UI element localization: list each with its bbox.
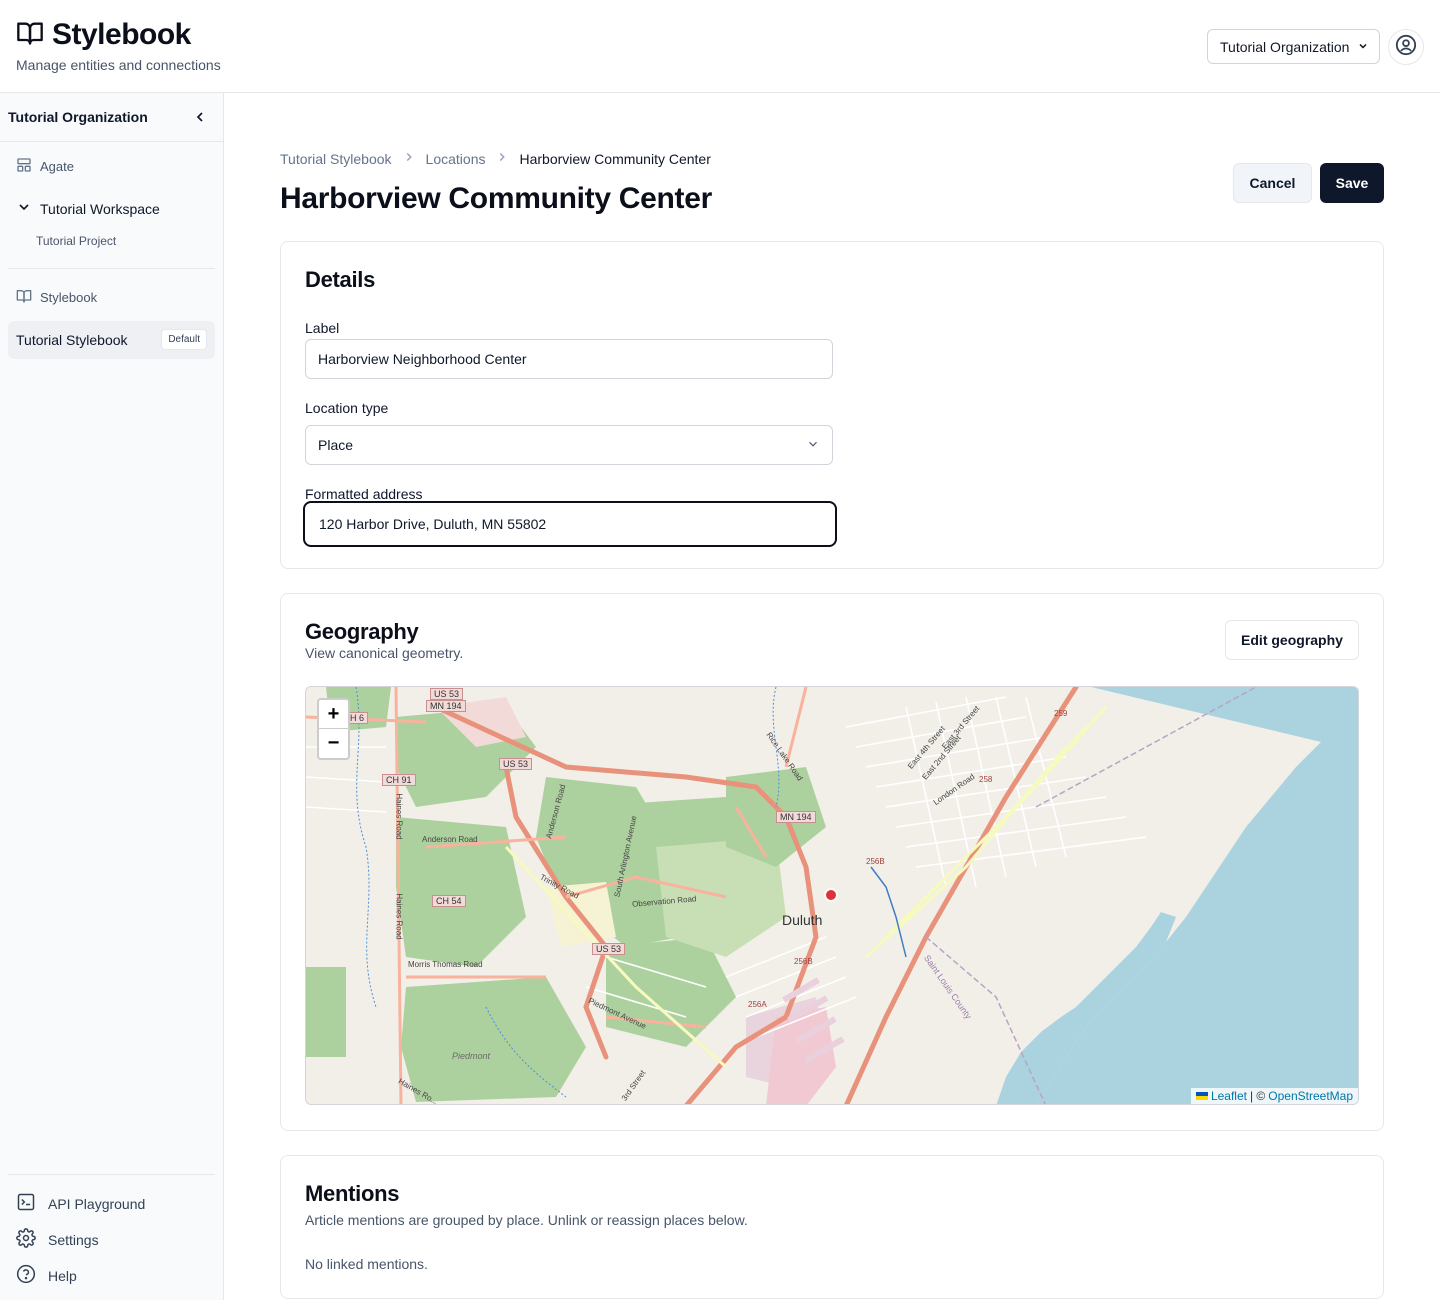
sidebar-footer-label: API Playground: [48, 1195, 146, 1212]
breadcrumb: Tutorial Stylebook Locations Harborview …: [280, 150, 711, 167]
breadcrumb-current: Harborview Community Center: [519, 150, 711, 167]
location-type-select[interactable]: Place: [305, 425, 833, 465]
map-attribution: Leaflet | © OpenStreetMap: [1190, 1088, 1358, 1104]
road-label: Haines Road: [394, 893, 404, 940]
label-input[interactable]: Harborview Neighborhood Center: [305, 339, 833, 379]
sidebar-item-label: Tutorial Stylebook: [16, 332, 128, 348]
organization-select[interactable]: Tutorial Organization: [1207, 29, 1380, 64]
formatted-address-value: 120 Harbor Drive, Duluth, MN 55802: [319, 516, 547, 532]
sidebar-header: Tutorial Organization: [0, 93, 223, 142]
location-type-value: Place: [318, 437, 354, 453]
sidebar-item-label: Tutorial Project: [36, 234, 117, 248]
exit-label: 256A: [748, 1000, 767, 1009]
road-shield-us53: US 53: [499, 758, 533, 770]
organization-select-value: Tutorial Organization: [1220, 38, 1350, 55]
brand-title: Stylebook: [52, 18, 191, 51]
mentions-card: Mentions Article mentions are grouped by…: [280, 1155, 1384, 1299]
label-field-label: Label: [305, 320, 340, 336]
breadcrumb-link-stylebook[interactable]: Tutorial Stylebook: [280, 151, 392, 167]
sidebar-item-api-playground[interactable]: API Playground: [16, 1192, 145, 1215]
help-circle-icon: [16, 1264, 36, 1287]
map-zoom-control: + −: [317, 698, 350, 760]
sidebar-section-stylebook: Stylebook: [16, 288, 97, 307]
breadcrumb-link-locations[interactable]: Locations: [426, 151, 486, 167]
sidebar-divider: [8, 268, 215, 269]
page-title: Harborview Community Center: [280, 182, 712, 215]
sidebar-item-settings[interactable]: Settings: [16, 1228, 99, 1251]
user-circle-icon: [1395, 34, 1417, 61]
road-shield-ch54: CH 54: [432, 895, 466, 907]
sidebar-footer-label: Settings: [48, 1231, 99, 1248]
sidebar-item-label: Agate: [40, 159, 74, 174]
map-city-label: Duluth: [782, 912, 823, 928]
book-open-icon: [16, 288, 32, 307]
openstreetmap-link[interactable]: OpenStreetMap: [1268, 1089, 1353, 1103]
save-button[interactable]: Save: [1320, 163, 1384, 203]
leaflet-link[interactable]: Leaflet: [1211, 1089, 1247, 1103]
details-card: Details Label Harborview Neighborhood Ce…: [280, 241, 1384, 569]
edit-geography-button[interactable]: Edit geography: [1225, 620, 1359, 660]
sidebar-item-label: Tutorial Workspace: [40, 200, 160, 217]
chevron-right-icon: [495, 150, 509, 167]
terminal-icon: [16, 1192, 36, 1215]
ukraine-flag-icon: [1195, 1092, 1208, 1100]
location-type-label: Location type: [305, 400, 389, 416]
book-open-icon: [16, 19, 44, 52]
layout-icon: [16, 157, 32, 176]
mentions-empty-state: No linked mentions.: [305, 1256, 428, 1272]
exit-label: 256B: [866, 857, 885, 866]
zoom-in-button[interactable]: +: [319, 700, 348, 729]
details-title: Details: [305, 267, 376, 292]
brand[interactable]: Stylebook: [16, 18, 191, 52]
sidebar-item-tutorial-stylebook[interactable]: Tutorial Stylebook Default: [8, 321, 215, 359]
area-label: Piedmont: [452, 1051, 491, 1061]
sidebar-item-project[interactable]: Tutorial Project: [36, 234, 116, 248]
road-label: Haines Road: [394, 793, 404, 840]
map[interactable]: Duluth US 53 MN 194 H 6 US 53 CH 91 MN 1…: [305, 686, 1359, 1105]
sidebar-section-label: Stylebook: [40, 290, 98, 305]
user-menu-button[interactable]: [1388, 29, 1424, 65]
road-shield-mn194: MN 194: [776, 811, 816, 823]
top-header: Stylebook Manage entities and connection…: [0, 0, 1440, 93]
formatted-address-input[interactable]: 120 Harbor Drive, Duluth, MN 55802: [303, 501, 837, 547]
road-shield-us53: US 53: [430, 688, 464, 700]
exit-label: 259: [1054, 709, 1068, 718]
road-shield-us53: US 53: [592, 943, 626, 955]
road-label: Anderson Road: [422, 835, 478, 844]
exit-label: 256B: [794, 957, 813, 966]
cancel-button[interactable]: Cancel: [1233, 163, 1312, 203]
attribution-separator: | ©: [1249, 1089, 1266, 1103]
zoom-out-button[interactable]: −: [319, 729, 348, 758]
road-shield-ch91: CH 91: [382, 774, 416, 786]
sidebar-divider: [8, 1174, 215, 1175]
gear-icon: [16, 1228, 36, 1251]
sidebar-org-name: Tutorial Organization: [8, 109, 148, 125]
chevron-right-icon: [402, 150, 416, 167]
road-label: Morris Thomas Road: [408, 960, 483, 969]
mentions-title: Mentions: [305, 1181, 400, 1206]
collapse-sidebar-button[interactable]: [192, 109, 208, 125]
road-shield-mn194: MN 194: [426, 700, 466, 712]
sidebar-item-agate[interactable]: Agate: [16, 157, 74, 176]
formatted-address-label: Formatted address: [305, 486, 423, 502]
default-badge: Default: [161, 329, 207, 350]
geography-subtitle: View canonical geometry.: [305, 645, 464, 661]
exit-label: 258: [979, 775, 993, 784]
chevron-left-icon: [192, 112, 208, 129]
geography-card: Geography View canonical geometry. Edit …: [280, 593, 1384, 1131]
brand-subtitle: Manage entities and connections: [16, 57, 221, 73]
chevron-down-icon: [1357, 39, 1369, 55]
sidebar-footer-label: Help: [48, 1267, 77, 1284]
sidebar-item-help[interactable]: Help: [16, 1264, 77, 1287]
chevron-down-icon: [806, 437, 820, 454]
geography-title: Geography: [305, 619, 419, 644]
label-input-value: Harborview Neighborhood Center: [318, 351, 527, 367]
mentions-subtitle: Article mentions are grouped by place. U…: [305, 1212, 748, 1228]
chevron-down-icon: [16, 199, 32, 218]
sidebar: Tutorial Organization Agate Tutorial Wor…: [0, 93, 224, 1300]
sidebar-item-workspace[interactable]: Tutorial Workspace: [16, 199, 160, 218]
